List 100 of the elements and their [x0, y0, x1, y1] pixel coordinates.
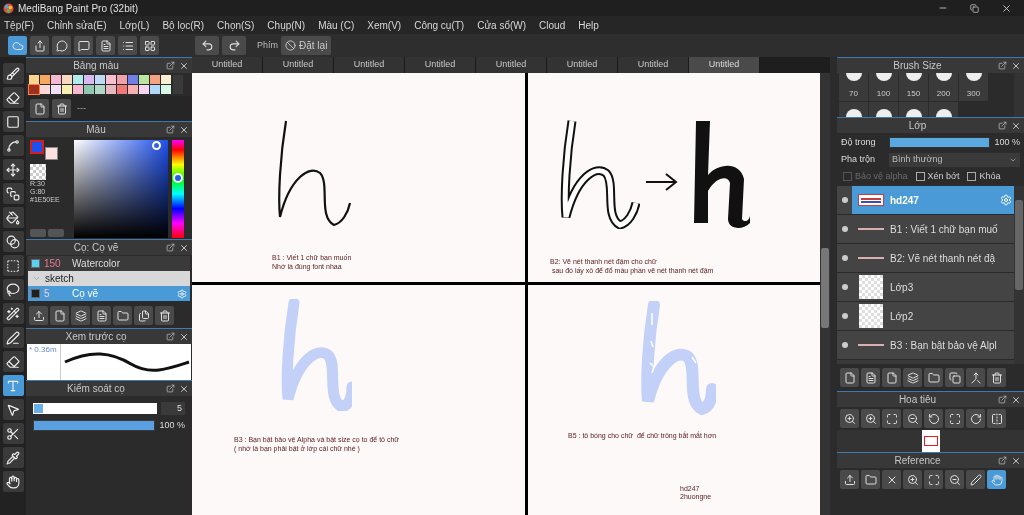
brush-size-preset[interactable]: 300 [959, 73, 988, 101]
zoom-out-icon[interactable] [903, 409, 922, 428]
wand-icon[interactable] [2, 303, 24, 324]
undock-icon[interactable] [166, 243, 175, 252]
layer-row[interactable]: B3 : Bạn bật bảo vệ Alpl [837, 331, 1014, 360]
lasso-icon[interactable] [2, 279, 24, 300]
transparent-swatch[interactable] [30, 164, 46, 180]
color-swatch[interactable] [51, 75, 61, 84]
color-swatch[interactable] [73, 85, 83, 94]
document-tab[interactable]: Untitled [334, 57, 405, 73]
layer-opacity-slider[interactable] [889, 137, 991, 149]
move-icon[interactable] [2, 159, 24, 180]
folder-icon[interactable] [861, 470, 880, 489]
redo-icon[interactable] [227, 39, 241, 52]
undock-icon[interactable] [998, 61, 1007, 70]
folder-icon[interactable] [924, 368, 943, 387]
speech-bubble-icon[interactable] [52, 36, 71, 55]
upload-icon[interactable] [840, 470, 859, 489]
zoom-in-icon[interactable] [840, 409, 859, 428]
color-swatch[interactable] [150, 85, 160, 94]
new-layer-icon[interactable] [840, 368, 859, 387]
new-page-icon[interactable] [50, 306, 69, 325]
trash-icon[interactable] [987, 368, 1006, 387]
undo-icon[interactable] [200, 39, 214, 52]
color-swatch[interactable] [40, 85, 50, 94]
close-icon[interactable] [179, 60, 189, 71]
brush-size-preset[interactable] [869, 102, 898, 117]
brush-group[interactable]: sketch [28, 271, 190, 286]
hand-icon[interactable] [2, 471, 24, 492]
curve-icon[interactable] [2, 135, 24, 156]
color-swatch[interactable] [95, 75, 105, 84]
brush-size-preset[interactable] [839, 102, 868, 117]
copy-icon[interactable] [134, 306, 153, 325]
color-swatch[interactable] [106, 85, 116, 94]
color-swatch[interactable] [29, 85, 39, 94]
folder-icon[interactable] [113, 306, 132, 325]
scrollbar[interactable] [1014, 73, 1024, 117]
brush-size-preset[interactable]: 70 [839, 73, 868, 101]
menu-item[interactable]: Bộ lọc(R) [162, 17, 205, 33]
new-page-icon[interactable] [30, 99, 49, 118]
brush-size-preset[interactable] [929, 102, 958, 117]
fit-icon[interactable] [924, 470, 943, 489]
zoom-out-icon[interactable] [945, 470, 964, 489]
color-swatch[interactable] [117, 75, 127, 84]
close-icon[interactable] [179, 124, 189, 135]
brush-icon[interactable] [2, 63, 24, 84]
hue-slider[interactable] [172, 140, 184, 238]
color-swatch[interactable] [128, 85, 138, 94]
undock-icon[interactable] [166, 61, 175, 70]
menu-item[interactable]: Chỉnh sửa(E) [47, 17, 107, 33]
hue-handle[interactable] [173, 172, 183, 183]
layer-row[interactable]: Lớp2 [837, 302, 1014, 331]
fit-icon[interactable] [882, 409, 901, 428]
pen-icon[interactable] [966, 470, 985, 489]
primary-color-swatch[interactable] [30, 140, 44, 154]
document-tab[interactable]: Untitled [547, 57, 618, 73]
undock-icon[interactable] [166, 384, 175, 393]
color-swatch[interactable] [161, 85, 171, 94]
pipette-icon[interactable] [2, 447, 24, 468]
layers-icon[interactable] [903, 368, 922, 387]
color-swatch[interactable] [84, 85, 94, 94]
close-icon[interactable] [179, 383, 189, 394]
blend-mode-dropdown[interactable]: Bình thường [889, 152, 1020, 167]
opacity-slider[interactable] [33, 420, 155, 432]
scrollbar[interactable] [1014, 186, 1024, 364]
document-icon[interactable] [92, 306, 111, 325]
layer-option-checkbox[interactable]: Khóa [967, 169, 1001, 183]
menu-item[interactable]: Màu (C) [318, 17, 355, 33]
ban-icon[interactable] [285, 40, 296, 51]
scissors-icon[interactable] [2, 423, 24, 444]
undock-icon[interactable] [166, 125, 175, 134]
menu-item[interactable]: Chọn(S) [217, 17, 255, 33]
color-swatch[interactable] [161, 75, 171, 84]
close-icon[interactable] [1011, 394, 1021, 405]
trash-icon[interactable] [52, 99, 71, 118]
stacked-square-icon[interactable] [2, 183, 24, 204]
layer-option-checkbox[interactable]: Xén bớt [915, 169, 960, 183]
layers-icon[interactable] [71, 306, 90, 325]
document-icon[interactable] [861, 368, 880, 387]
redo-button[interactable] [222, 36, 246, 55]
color-swatch[interactable] [73, 75, 83, 84]
fit-icon[interactable] [945, 409, 964, 428]
document-tab[interactable]: Untitled [689, 57, 760, 73]
secondary-color-swatch[interactable] [45, 147, 58, 160]
merge-icon[interactable] [966, 368, 985, 387]
undo-button[interactable] [195, 36, 219, 55]
drawing-canvas[interactable] [192, 73, 820, 515]
text-icon[interactable] [2, 375, 24, 396]
document-tab[interactable]: Untitled [476, 57, 547, 73]
menu-item[interactable]: Lớp(L) [119, 17, 150, 33]
color-swatch[interactable] [51, 85, 61, 94]
color-swatch[interactable] [139, 85, 149, 94]
color-swatch[interactable] [62, 75, 72, 84]
brush-size-value[interactable]: 5 [161, 402, 185, 415]
message-icon[interactable] [74, 36, 93, 55]
color-swatch[interactable] [29, 75, 39, 84]
document-tab[interactable]: Untitled [405, 57, 476, 73]
menu-item[interactable]: Tệp(F) [4, 17, 34, 33]
menu-item[interactable]: Cửa sổ(W) [477, 17, 527, 33]
close-icon[interactable] [1011, 455, 1021, 466]
